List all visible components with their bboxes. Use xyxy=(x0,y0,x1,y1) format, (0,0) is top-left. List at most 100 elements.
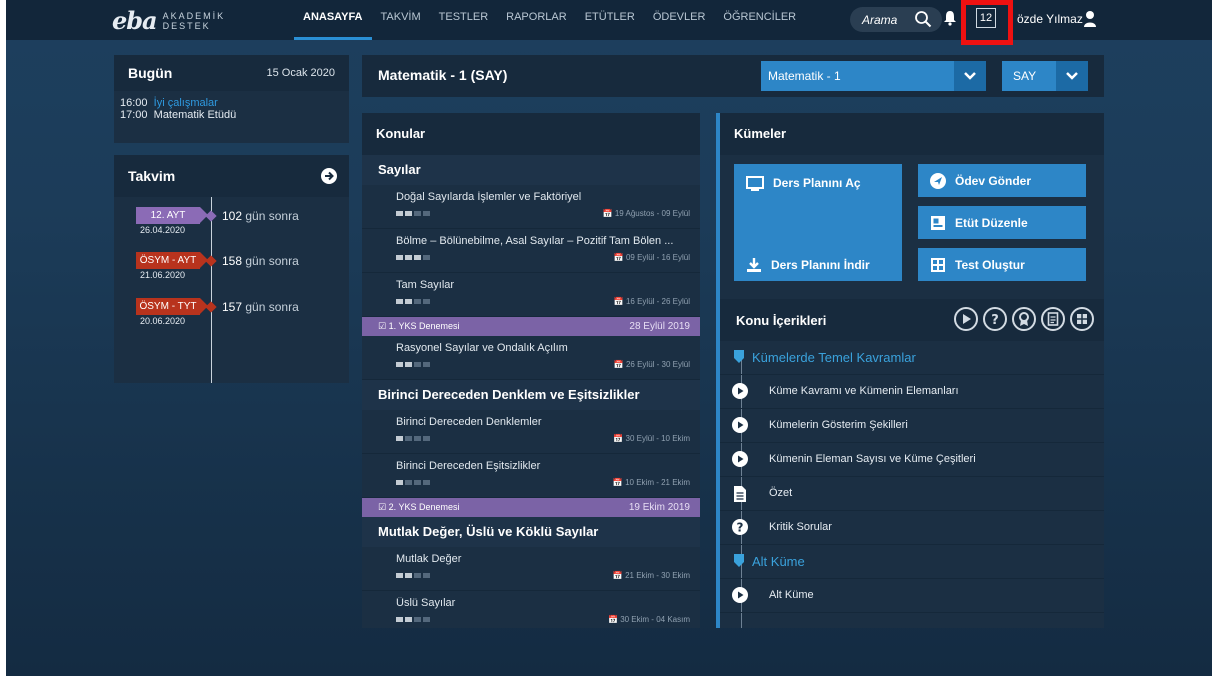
date-range-text: 26 Eylül - 30 Eylül xyxy=(625,360,690,369)
nav-item-takvim[interactable]: TAKVİM xyxy=(372,0,430,40)
topic-title: Tam Sayılar xyxy=(396,279,455,291)
calendar-header: Takvim xyxy=(114,155,349,197)
calendar-item[interactable]: ÖSYM - AYT 21.06.2020 158 gün sonra xyxy=(132,252,342,286)
checkbox-icon: ☑ xyxy=(378,502,387,512)
question-icon[interactable]: ? xyxy=(983,307,1007,331)
topic-date-range: 📅 10 Ekim - 21 Ekim xyxy=(612,478,690,487)
search-icon[interactable] xyxy=(914,10,932,28)
topic-item[interactable]: Tam Sayılar 📅 16 Eylül - 26 Eylül xyxy=(362,273,700,317)
edit-study-button[interactable]: Etüt Düzenle xyxy=(918,206,1086,239)
date-range-text: 30 Eylül - 10 Ekim xyxy=(625,434,690,443)
grid-icon[interactable] xyxy=(1070,307,1094,331)
search-input[interactable]: Arama xyxy=(862,13,897,27)
exam-row[interactable]: ☑ 1. YKS Denemesi 28 Eylül 2019 xyxy=(362,317,700,336)
content-section-row[interactable]: Kümelerde Temel Kavramlar xyxy=(720,341,1104,375)
content-title: Küme Kavramı ve Kümenin Elemanları xyxy=(769,385,959,397)
exam-date: 26.04.2020 xyxy=(140,225,186,235)
exam-row[interactable]: ☑ 2. YKS Denemesi 19 Ekim 2019 xyxy=(362,498,700,517)
topic-section-title[interactable]: Sayılar xyxy=(362,155,700,185)
content-section-row[interactable]: Alt Küme xyxy=(720,545,1104,579)
content-row[interactable]: ? Kritik Sorular xyxy=(720,511,1104,545)
logo-line-2: DESTEK xyxy=(162,20,211,31)
content-row[interactable]: Alt Küme xyxy=(720,579,1104,613)
today-events: 16:00 İyi çalışmalar 17:00 Matematik Etü… xyxy=(114,91,349,121)
days-left-count: 102 xyxy=(222,209,243,223)
nav-item-raporlar[interactable]: RAPORLAR xyxy=(497,0,576,40)
topic-date-range: 📅 19 Ağustos - 09 Eylül xyxy=(602,209,690,218)
create-test-button[interactable]: Test Oluştur xyxy=(918,248,1086,281)
topic-item[interactable]: Birinci Dereceden Denklemler 📅 30 Eylül … xyxy=(362,410,700,454)
download-icon xyxy=(747,257,761,272)
nav-item-testler[interactable]: TESTLER xyxy=(430,0,498,40)
nav-item-ogrenciler[interactable]: ÖĞRENCİLER xyxy=(714,0,805,40)
days-left-suffix: gün sonra xyxy=(245,254,299,268)
content-row[interactable]: Kümelerin Gösterim Şekilleri xyxy=(720,409,1104,443)
open-plan-button[interactable]: Ders Planını Aç xyxy=(734,164,902,248)
send-icon xyxy=(930,172,946,189)
nav-item-odevler[interactable]: ÖDEVLER xyxy=(644,0,715,40)
topic-title: Birinci Dereceden Eşitsizlikler xyxy=(396,460,541,472)
award-icon[interactable] xyxy=(1012,307,1036,331)
calendar-panel: Takvim 12. AYT 26.04.2020 102 gün sonra … xyxy=(114,155,349,383)
calendar-item[interactable]: 12. AYT 26.04.2020 102 gün sonra xyxy=(132,207,342,241)
topic-item[interactable]: Rasyonel Sayılar ve Ondalık Açılım 📅 26 … xyxy=(362,336,700,380)
user-name[interactable]: özde Yılmaz xyxy=(1017,12,1083,26)
section-marker-icon xyxy=(734,350,744,363)
main-nav: ANASAYFA TAKVİM TESTLER RAPORLAR ETÜTLER… xyxy=(294,0,805,40)
content-title: Kümelerin Gösterim Şekilleri xyxy=(769,419,908,431)
content-row[interactable]: Kümenin Eleman Sayısı ve Küme Çeşitleri xyxy=(720,443,1104,477)
content-title: Kümenin Eleman Sayısı ve Küme Çeşitleri xyxy=(769,453,976,465)
document-icon[interactable] xyxy=(1041,307,1065,331)
topics-panel: Konular Sayılar Doğal Sayılarda İşlemler… xyxy=(362,113,700,628)
user-icon[interactable] xyxy=(1083,10,1097,28)
exam-date: 21.06.2020 xyxy=(140,270,186,280)
eba-logo[interactable]: eba AKADEMİK DESTEK xyxy=(112,6,225,35)
logo-line-1: AKADEMİK xyxy=(162,10,226,21)
search-box[interactable]: Arama xyxy=(850,7,942,32)
chevron-down-icon[interactable] xyxy=(1056,61,1088,91)
progress-bars xyxy=(396,617,430,622)
topic-title: Doğal Sayılarda İşlemler ve Faktöriyel xyxy=(396,191,582,203)
topic-item[interactable]: Üslü Sayılar 📅 30 Ekim - 04 Kasım xyxy=(362,591,700,628)
topic-section-title[interactable]: Mutlak Değer, Üslü ve Köklü Sayılar xyxy=(362,517,700,547)
content-title: Alt Küme xyxy=(769,589,814,601)
exam-date: 19 Ekim 2019 xyxy=(628,502,690,513)
send-homework-button[interactable]: Ödev Gönder xyxy=(918,164,1086,197)
exam-badge: ÖSYM - AYT xyxy=(136,252,208,269)
arrow-right-circle-icon[interactable] xyxy=(321,168,337,184)
content-title: Kritik Sorular xyxy=(769,521,832,533)
calendar-item[interactable]: ÖSYM - TYT 20.06.2020 157 gün sonra xyxy=(132,298,342,332)
play-circle-icon xyxy=(732,451,748,467)
section-marker-icon xyxy=(734,554,744,567)
progress-bars xyxy=(396,211,430,216)
today-event[interactable]: 16:00 İyi çalışmalar xyxy=(114,97,349,109)
today-event[interactable]: 17:00 Matematik Etüdü xyxy=(114,109,349,121)
days-left-suffix: gün sonra xyxy=(245,300,299,314)
nav-item-anasayfa[interactable]: ANASAYFA xyxy=(294,0,372,40)
today-date: 15 Ocak 2020 xyxy=(266,67,336,79)
monitor-icon xyxy=(746,176,764,191)
topic-item[interactable]: Birinci Dereceden Eşitsizlikler 📅 10 Eki… xyxy=(362,454,700,498)
course-select[interactable]: Matematik - 1 xyxy=(761,61,986,91)
topic-item[interactable]: Doğal Sayılarda İşlemler ve Faktöriyel 📅… xyxy=(362,185,700,229)
download-plan-button[interactable]: Ders Planını İndir xyxy=(734,248,902,281)
content-title: Özet xyxy=(769,487,793,499)
question-circle-icon: ? xyxy=(732,519,748,535)
topic-item[interactable]: Bölme – Bölünebilme, Asal Sayılar – Pozi… xyxy=(362,229,700,273)
content-row[interactable]: Küme Kavramı ve Kümenin Elemanları xyxy=(720,375,1104,409)
event-text: Matematik Etüdü xyxy=(153,109,237,121)
track-select-value: SAY xyxy=(1013,69,1037,83)
progress-bars xyxy=(396,573,430,578)
content-row[interactable]: Özet xyxy=(720,477,1104,511)
test-grid-icon xyxy=(931,257,945,272)
topic-section-title[interactable]: Birinci Dereceden Denklem ve Eşitsizlikl… xyxy=(362,380,700,410)
play-icon[interactable] xyxy=(954,307,978,331)
exam-label: 2. YKS Denemesi xyxy=(388,502,460,512)
topic-item[interactable]: Mutlak Değer 📅 21 Ekim - 30 Ekim xyxy=(362,547,700,591)
date-range-text: 09 Eylül - 16 Eylül xyxy=(625,253,690,262)
chevron-down-icon[interactable] xyxy=(954,61,986,91)
nav-item-etutler[interactable]: ETÜTLER xyxy=(576,0,644,40)
track-select[interactable]: SAY xyxy=(1002,61,1088,91)
bell-icon[interactable] xyxy=(943,10,957,26)
play-circle-icon xyxy=(732,417,748,433)
